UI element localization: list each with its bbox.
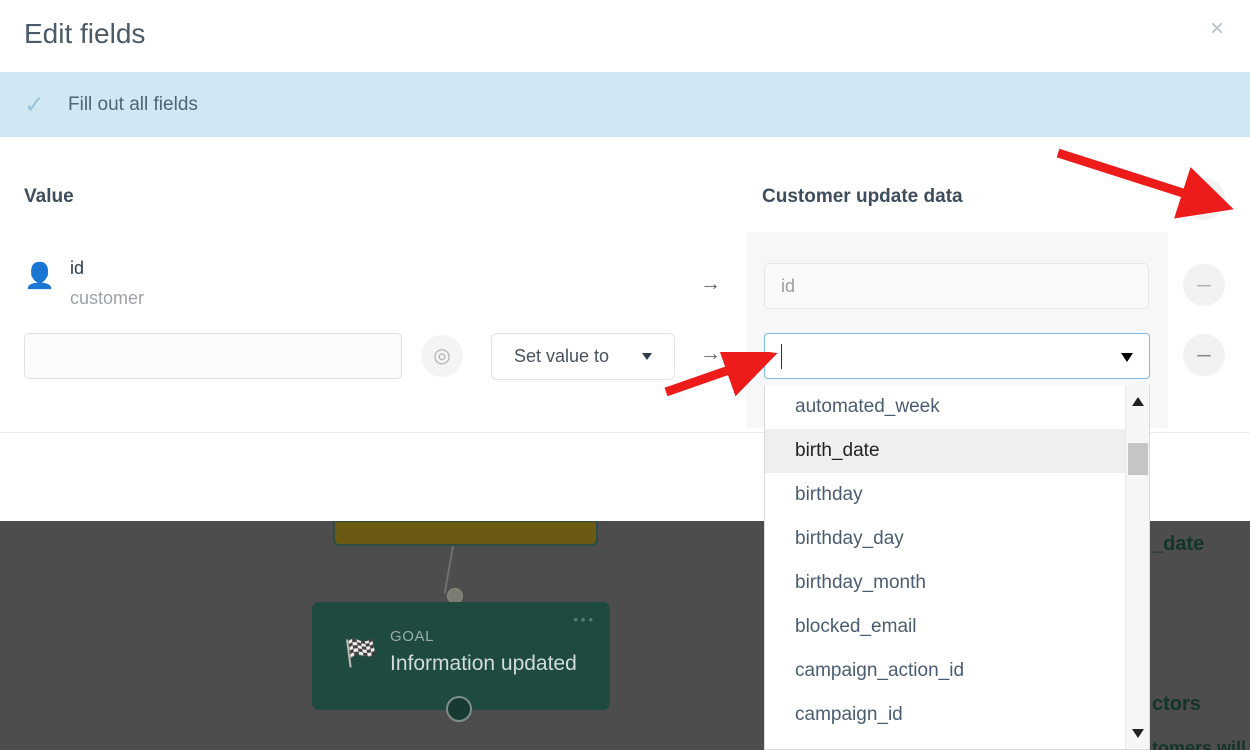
remove-row-button-1[interactable]: –: [1183, 264, 1225, 306]
customer-field-id-input[interactable]: [764, 263, 1149, 309]
arrow-right-icon-2: →: [700, 342, 721, 366]
goal-title: Information updated: [390, 652, 577, 676]
dropdown-option[interactable]: blocked_email: [765, 605, 1149, 649]
value-input[interactable]: [24, 333, 402, 379]
goal-output-port: [446, 696, 472, 722]
background-node-amber: [333, 520, 598, 546]
background-text-ctors: ctors: [1152, 693, 1201, 716]
notice-banner: ✓ Fill out all fields: [0, 72, 1250, 137]
crosshair-target-icon[interactable]: ◎: [421, 335, 463, 377]
close-icon[interactable]: ×: [1204, 16, 1230, 42]
dropdown-option[interactable]: automated_week: [765, 385, 1149, 429]
column-header-customer-update-data: Customer update data: [762, 186, 963, 208]
verified-badge-icon: ✓: [24, 92, 50, 118]
screen-root: ••• 🏁 GOAL Information updated _date cto…: [0, 0, 1250, 750]
scrollbar-thumb[interactable]: [1128, 443, 1148, 475]
customer-field-combobox-input[interactable]: [765, 334, 1105, 378]
background-text-date: _date: [1152, 533, 1204, 556]
scroll-down-arrow-icon[interactable]: [1132, 729, 1144, 738]
chevron-down-icon: [642, 353, 652, 360]
dropdown-option[interactable]: birth_date: [765, 429, 1149, 473]
dropdown-option[interactable]: birthday_day: [765, 517, 1149, 561]
dropdown-option[interactable]: campaign_action_id: [765, 649, 1149, 693]
background-text-tomers: tomers will: [1152, 738, 1246, 750]
dropdown-option[interactable]: campaign_id: [765, 693, 1149, 737]
column-header-value: Value: [24, 186, 74, 208]
background-goal-card: ••• 🏁 GOAL Information updated: [312, 602, 610, 710]
scroll-up-arrow-icon[interactable]: [1132, 397, 1144, 406]
goal-kicker: GOAL: [390, 628, 434, 645]
customer-field-combobox[interactable]: [764, 333, 1150, 379]
person-icon: 👤: [24, 262, 50, 290]
dropdown-scrollbar[interactable]: [1125, 385, 1149, 750]
chevron-down-icon-2[interactable]: [1121, 353, 1133, 362]
checkered-flag-icon: 🏁: [344, 636, 378, 670]
add-row-button[interactable]: +: [1183, 178, 1225, 220]
operator-select[interactable]: Set value to: [491, 333, 675, 380]
operator-select-label: Set value to: [514, 346, 609, 367]
modal-header: Edit fields ×: [0, 0, 1250, 72]
arrow-right-icon: →: [700, 272, 721, 296]
notice-text: Fill out all fields: [68, 94, 198, 116]
remove-row-button-2[interactable]: –: [1183, 334, 1225, 376]
dropdown-option[interactable]: birthday: [765, 473, 1149, 517]
more-dots-icon: •••: [573, 612, 596, 627]
field-dropdown-list: automated_weekbirth_datebirthdaybirthday…: [764, 385, 1150, 750]
page-title: Edit fields: [24, 18, 145, 50]
dropdown-option[interactable]: birthday_month: [765, 561, 1149, 605]
field-entity-label: customer: [70, 288, 144, 309]
field-name-label: id: [70, 258, 84, 279]
